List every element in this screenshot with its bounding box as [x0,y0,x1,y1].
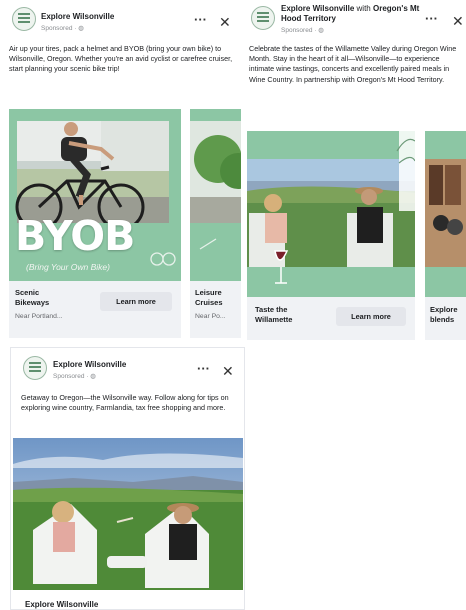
carousel-title: Leisure Cruises [195,288,223,307]
ad-card-bikes: Explore Wilsonville Sponsored · ◍ ··· ✕ … [0,0,241,343]
more-dots-icon[interactable]: ··· [197,361,210,376]
byob-subtitle: (Bring Your Own Bike) [26,262,110,272]
carousel-image-trees [190,109,241,281]
ad-body-text: Air up your tires, pack a helmet and BYO… [9,44,233,74]
carousel-card-explore-blends[interactable]: Explore blends [425,131,466,340]
ad-carousel[interactable]: BYOB (Bring Your Own Bike) Scenic Bikewa… [9,109,241,338]
carousel-card-scenic-bikeways[interactable]: BYOB (Bring Your Own Bike) Scenic Bikewa… [9,109,181,338]
carousel-title: Explore blends [430,305,458,324]
close-icon[interactable]: ✕ [452,14,464,28]
carousel-footer: Explore blends [425,297,466,340]
page-name[interactable]: Explore Wilsonville [53,360,126,370]
ad-header: Explore Wilsonville Sponsored · ◍ ··· ✕ [11,348,244,388]
more-dots-icon[interactable]: ··· [194,12,207,27]
carousel-footer: Taste the Willamette Learn more [247,297,415,340]
page-name[interactable]: Explore Wilsonville [41,12,114,22]
close-icon[interactable]: ✕ [222,364,234,378]
sponsored-label: Sponsored · ◍ [53,373,96,380]
ad-header: Explore Wilsonville with Oregon's Mt Hoo… [241,0,466,40]
carousel-image-bike: BYOB (Bring Your Own Bike) [9,109,181,281]
page-name-with-partner[interactable]: Explore Wilsonville with Oregon's Mt Hoo… [281,4,431,24]
carousel-subtitle: Near Portland... [15,313,63,320]
carousel-card-taste-willamette[interactable]: Taste the Willamette Learn more [247,131,415,340]
learn-more-button[interactable]: Learn more [100,292,172,311]
sponsored-label: Sponsored · ◍ [281,27,324,34]
carousel-title: Scenic Bikeways [15,288,50,307]
ad-body-text: Celebrate the tastes of the Willamette V… [249,44,457,84]
ad-header: Explore Wilsonville Sponsored · ◍ ··· ✕ [0,0,241,40]
page-avatar[interactable] [251,6,275,30]
sponsored-label: Sponsored · ◍ [41,25,84,32]
carousel-card-leisure-cruises[interactable]: Leisure Cruises Near Po... [190,109,241,338]
footer-page-name[interactable]: Explore Wilsonville [25,600,98,609]
globe-icon: ◍ [318,27,324,34]
globe-icon: ◍ [90,373,96,380]
carousel-title: Taste the Willamette [255,305,293,324]
globe-icon: ◍ [78,25,84,32]
carousel-footer: Scenic Bikeways Near Portland... Learn m… [9,281,181,338]
ad-card-getaway: Explore Wilsonville Sponsored · ◍ ··· ✕ … [10,347,245,610]
learn-more-button[interactable]: Learn more [336,307,406,326]
byob-headline: BYOB [15,212,135,260]
close-icon[interactable]: ✕ [219,15,231,29]
trees-photo [190,109,241,281]
wine-tasting-photo [247,131,415,297]
carousel-footer: Leisure Cruises Near Po... [190,281,241,338]
carousel-subtitle: Near Po... [195,313,226,320]
ad-card-wine-month: Explore Wilsonville with Oregon's Mt Hoo… [241,0,466,343]
page-avatar[interactable] [12,7,36,31]
ad-carousel[interactable]: Taste the Willamette Learn more Explore … [247,131,466,340]
ad-body-text: Getaway to Oregon—the Wilsonville way. F… [21,393,229,413]
vineyard-chairs-photo [13,438,243,590]
winery-photo [425,131,466,297]
ad-image-adirondack-chairs[interactable] [13,438,243,590]
carousel-image-winery [425,131,466,297]
page-avatar[interactable] [23,356,47,380]
carousel-image-wine-tasting [247,131,415,297]
more-dots-icon[interactable]: ··· [425,11,438,26]
